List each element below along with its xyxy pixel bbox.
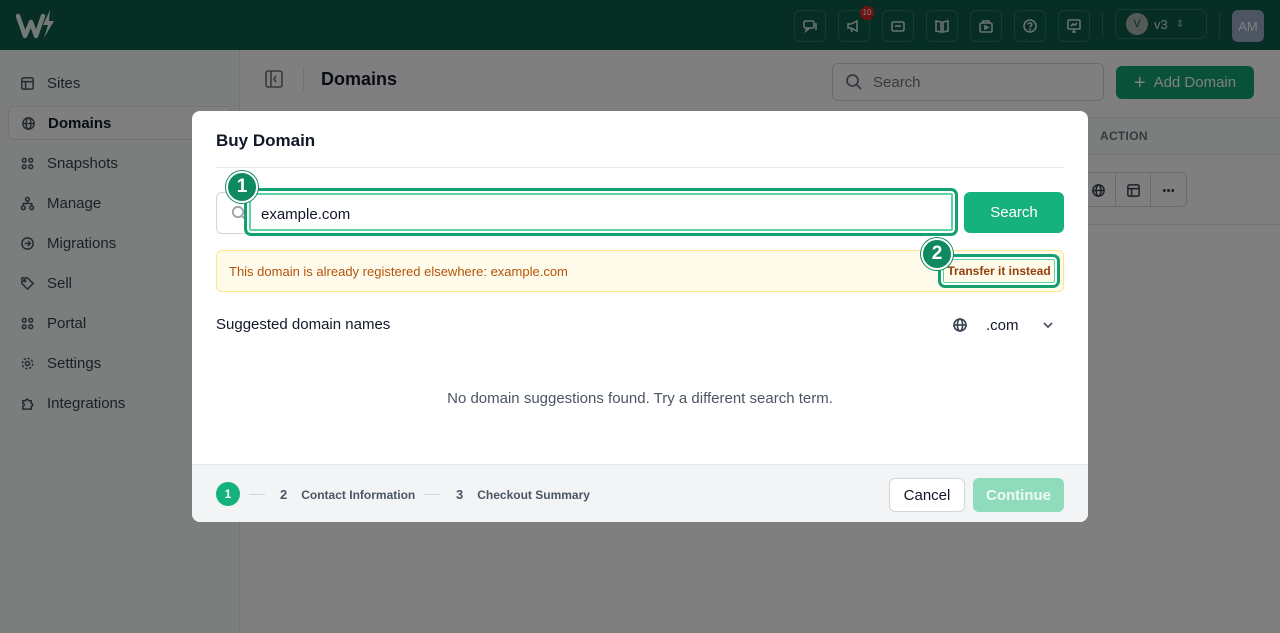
domain-search-button[interactable]: Search	[964, 192, 1064, 233]
dialog-divider	[216, 167, 1064, 168]
dialog-title: Buy Domain	[216, 131, 316, 150]
continue-button[interactable]: Continue	[973, 478, 1064, 512]
search-icon	[231, 205, 247, 221]
transfer-domain-button[interactable]: Transfer it instead	[938, 254, 1060, 288]
chevron-down-icon	[1042, 322, 1053, 329]
tld-value: .com	[986, 316, 1019, 334]
step-marker-1: 1	[226, 171, 258, 203]
step-separator	[424, 494, 440, 495]
domain-search-input[interactable]	[261, 203, 941, 225]
globe-icon	[953, 318, 967, 332]
empty-suggestions-message: No domain suggestions found. Try a diffe…	[447, 390, 833, 407]
tld-select[interactable]: .com	[952, 312, 1064, 338]
alert-message: This domain is already registered elsewh…	[229, 264, 568, 279]
suggested-domains-label: Suggested domain names	[216, 316, 391, 333]
dialog-footer: 1 2 Contact Information 3 Checkout Summa…	[192, 464, 1088, 522]
step-number: 1	[216, 482, 240, 506]
step-number: 2	[280, 487, 288, 502]
buy-domain-dialog: Buy Domain Search 1 This domain is alrea…	[192, 111, 1088, 522]
stepper-step-1: 1	[216, 482, 240, 506]
step-number: 3	[456, 487, 464, 502]
step-label: Checkout Summary	[477, 487, 590, 502]
step-label: Contact Information	[301, 487, 416, 502]
stepper-step-3: 3 Checkout Summary	[456, 487, 590, 502]
step-separator	[249, 494, 265, 495]
step-marker-2: 2	[921, 238, 953, 270]
domain-search-field[interactable]	[216, 192, 956, 234]
cancel-button[interactable]: Cancel	[889, 478, 965, 512]
stepper-step-2: 2 Contact Information	[280, 487, 415, 502]
